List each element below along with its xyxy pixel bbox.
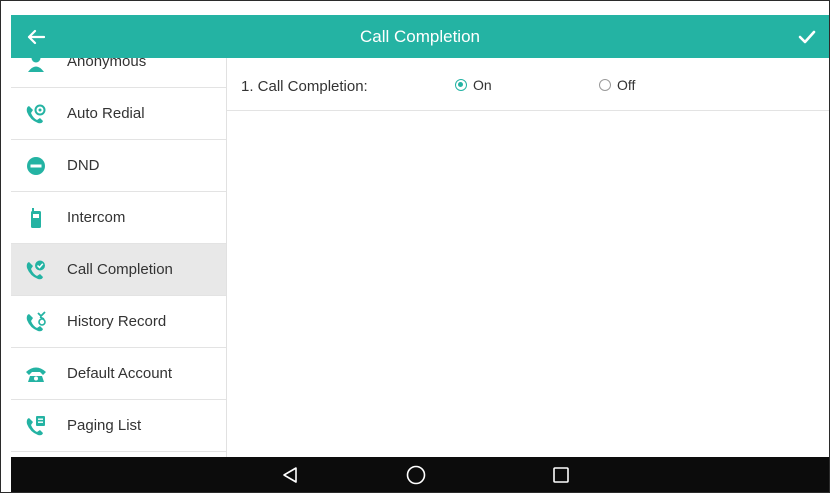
sidebar-item-label: Auto Redial xyxy=(67,105,145,122)
radio-on-label: On xyxy=(473,77,492,93)
call-completion-label: 1. Call Completion: xyxy=(241,78,368,95)
sidebar-item-call-completion[interactable]: Call Completion xyxy=(11,244,226,296)
recents-square-icon xyxy=(553,466,569,483)
title-bar: Call Completion xyxy=(11,15,829,58)
paging-list-icon xyxy=(25,415,47,437)
radio-on[interactable] xyxy=(455,79,467,91)
auto-redial-icon xyxy=(25,103,47,125)
sidebar: Anonymous Auto Redial DND Intercom Call … xyxy=(11,58,227,457)
default-account-icon xyxy=(25,363,47,385)
nav-back-button[interactable] xyxy=(270,457,310,492)
call-completion-off-option[interactable]: Off xyxy=(599,77,635,93)
sidebar-item-auto-redial[interactable]: Auto Redial xyxy=(11,88,226,140)
nav-recents-button[interactable] xyxy=(541,457,581,492)
settings-panel: 1. Call Completion: On Off xyxy=(227,58,829,457)
nav-home-button[interactable] xyxy=(396,457,436,492)
anonymous-icon xyxy=(25,58,47,73)
sidebar-item-label: Default Account xyxy=(67,365,173,382)
sidebar-item-history-record[interactable]: History Record xyxy=(11,296,226,348)
arrow-left-icon xyxy=(27,29,45,44)
sidebar-item-label: Intercom xyxy=(67,209,126,226)
radio-off-label: Off xyxy=(617,77,636,93)
call-completion-on-option[interactable]: On xyxy=(455,77,492,93)
sidebar-item-anonymous[interactable]: Anonymous xyxy=(11,58,226,88)
navigation-bar xyxy=(11,457,829,492)
sidebar-item-default-account[interactable]: Default Account xyxy=(11,348,226,400)
history-record-icon xyxy=(25,310,47,333)
home-circle-icon xyxy=(406,465,426,484)
radio-off[interactable] xyxy=(599,79,611,91)
sidebar-item-label: Call Completion xyxy=(67,261,173,278)
call-completion-setting-row: 1. Call Completion: On Off xyxy=(227,58,829,111)
call-completion-icon xyxy=(25,259,47,281)
back-triangle-icon xyxy=(283,466,297,483)
sidebar-item-paging-list[interactable]: Paging List xyxy=(11,400,226,452)
sidebar-item-label: History Record xyxy=(67,313,167,330)
sidebar-item-label: DND xyxy=(67,157,100,174)
sidebar-item-label: Anonymous xyxy=(67,58,147,70)
back-button[interactable] xyxy=(11,15,61,58)
intercom-icon xyxy=(25,207,47,229)
sidebar-item-label: Paging List xyxy=(67,417,142,434)
sidebar-item-dnd[interactable]: DND xyxy=(11,140,226,192)
confirm-button[interactable] xyxy=(785,15,829,58)
page-title: Call Completion xyxy=(360,27,480,46)
checkmark-icon xyxy=(798,30,816,43)
sidebar-item-intercom[interactable]: Intercom xyxy=(11,192,226,244)
dnd-icon xyxy=(25,155,47,177)
phone-screen: Call Completion Anonymous Auto Redial DN… xyxy=(0,0,830,493)
